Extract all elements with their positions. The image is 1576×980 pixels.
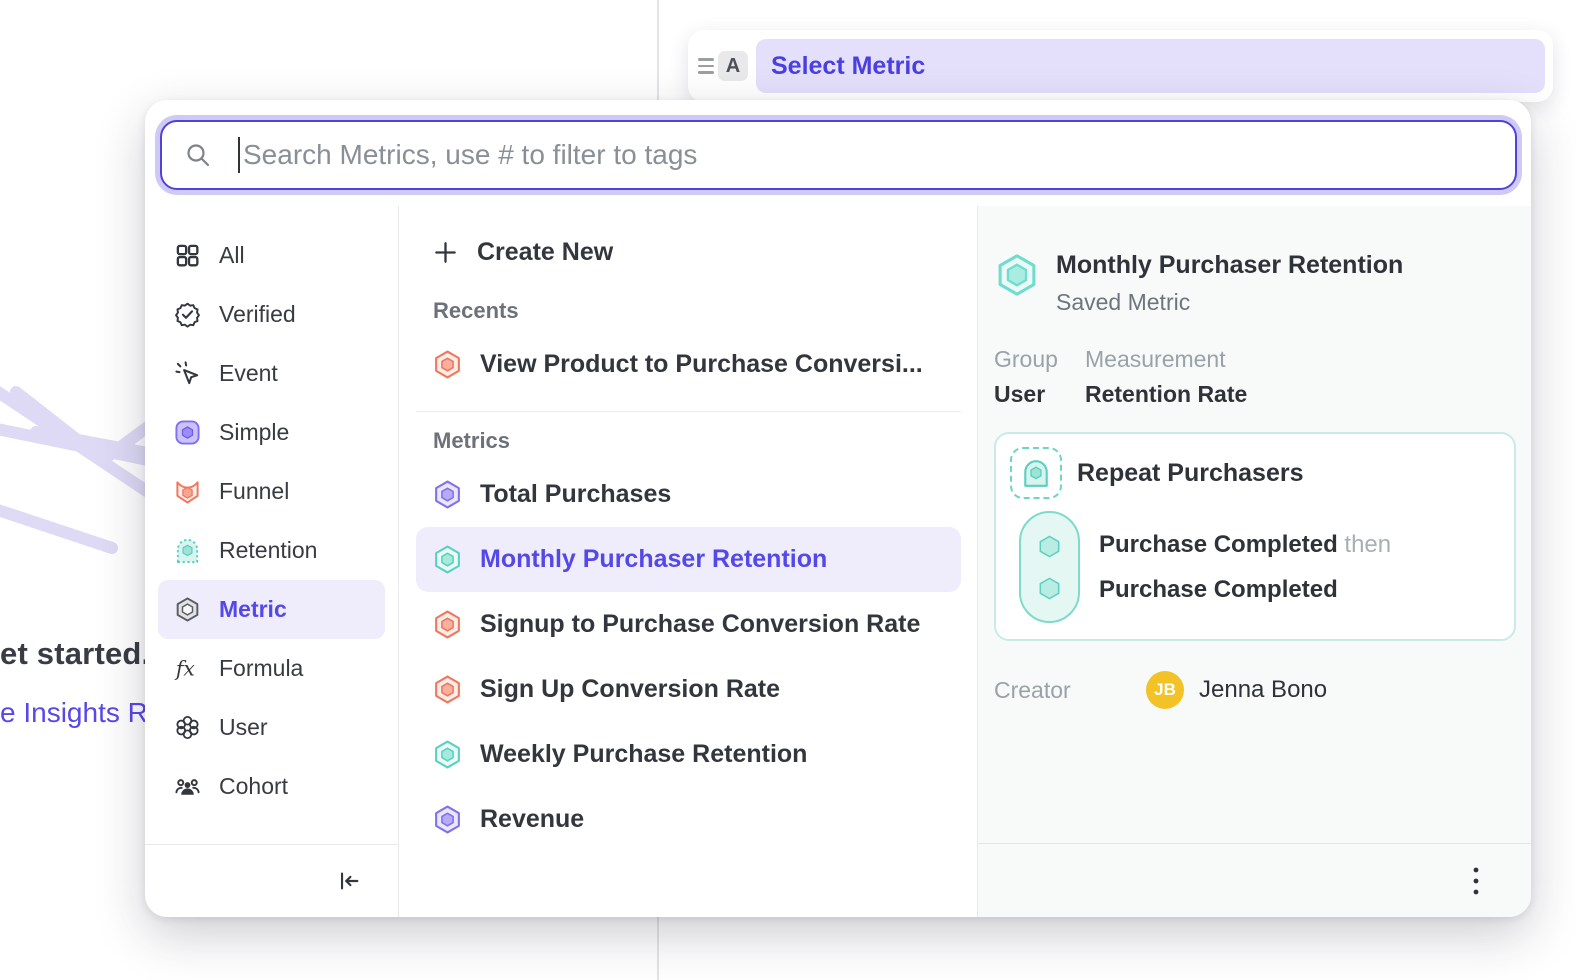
details-subtitle: Saved Metric	[1056, 289, 1403, 316]
simple-metric-icon	[173, 419, 201, 447]
formula-icon: fx	[173, 655, 201, 683]
sidebar-item-user[interactable]: User	[158, 698, 385, 757]
sidebar-item-all[interactable]: All	[158, 226, 385, 285]
sidebar-item-simple[interactable]: Simple	[158, 403, 385, 462]
filter-sidebar: All Verified	[145, 206, 399, 917]
group-value: User	[994, 381, 1085, 408]
sidebar-item-retention[interactable]: Retention	[158, 521, 385, 580]
metric-definition-card: Repeat Purchasers Purchase Completed the…	[994, 432, 1516, 641]
retention-metric-hexagon-icon-large	[994, 252, 1040, 316]
kebab-menu-icon	[1472, 865, 1480, 897]
background-headline-fragment: et started.	[0, 636, 150, 672]
cohort-icon	[173, 773, 201, 801]
event-cursor-icon	[173, 360, 201, 388]
metric-item-monthly-purchaser-retention[interactable]: Monthly Purchaser Retention	[416, 527, 961, 592]
search-icon	[184, 141, 212, 169]
measurement-label: Measurement	[1085, 346, 1247, 373]
series-badge: A	[718, 51, 748, 81]
background-report-link-fragment[interactable]: e Insights Re	[0, 697, 163, 729]
sidebar-item-label: Verified	[219, 301, 296, 328]
funnel-metric-hexagon-icon	[432, 609, 463, 640]
sidebar-item-label: Funnel	[219, 478, 289, 505]
metric-item-revenue[interactable]: Revenue	[416, 787, 961, 852]
svg-text:fx: fx	[174, 656, 195, 680]
measurement-value: Retention Rate	[1085, 381, 1247, 408]
definition-step-1: Purchase Completed then	[1099, 531, 1391, 559]
collapse-left-icon	[336, 868, 362, 894]
metric-list-column: Create New Recents View Product to Purch…	[399, 206, 978, 917]
select-metric-label: Select Metric	[771, 52, 925, 81]
details-title: Monthly Purchaser Retention	[1056, 250, 1403, 281]
sidebar-item-event[interactable]: Event	[158, 344, 385, 403]
sidebar-item-label: Retention	[219, 537, 317, 564]
select-metric-button[interactable]: Select Metric	[756, 39, 1545, 93]
event-hexagon-icon	[1036, 575, 1063, 602]
retention-metric-hexagon-icon	[432, 544, 463, 575]
retention-metric-icon	[173, 537, 201, 565]
retention-definition-icon	[1010, 447, 1062, 499]
event-sequence-capsule	[1019, 511, 1080, 623]
metric-item-sign-up-conversion-rate[interactable]: Sign Up Conversion Rate	[416, 657, 961, 722]
collapse-sidebar-button[interactable]	[332, 864, 366, 898]
metric-item-total-purchases[interactable]: Total Purchases	[416, 462, 961, 527]
sidebar-item-label: User	[219, 714, 268, 741]
sidebar-item-label: All	[219, 242, 245, 269]
simple-metric-hexagon-icon	[432, 479, 463, 510]
more-options-button[interactable]	[1459, 861, 1493, 901]
funnel-metric-icon	[173, 478, 201, 506]
metric-item-label: Monthly Purchaser Retention	[480, 545, 827, 574]
recents-header: Recents	[433, 298, 961, 324]
drag-handle-icon[interactable]	[698, 58, 714, 74]
group-label: Group	[994, 346, 1085, 373]
recent-metric-item[interactable]: View Product to Purchase Conversi...	[416, 332, 961, 397]
metric-row-card: A Select Metric	[688, 30, 1553, 102]
funnel-metric-hexagon-icon	[432, 349, 463, 380]
metric-item-label: Sign Up Conversion Rate	[480, 675, 780, 704]
search-placeholder: Search Metrics, use # to filter to tags	[243, 139, 697, 171]
saved-metric-icon	[173, 596, 201, 624]
simple-metric-hexagon-icon	[432, 804, 463, 835]
sidebar-item-verified[interactable]: Verified	[158, 285, 385, 344]
metric-item-label: Weekly Purchase Retention	[480, 740, 807, 769]
sidebar-item-label: Simple	[219, 419, 289, 446]
metric-item-label: Signup to Purchase Conversion Rate	[480, 610, 920, 639]
verified-badge-icon	[173, 301, 201, 329]
create-new-button[interactable]: Create New	[416, 222, 961, 282]
definition-connector: then	[1344, 531, 1391, 558]
creator-label: Creator	[994, 677, 1146, 704]
metric-item-label: View Product to Purchase Conversi...	[480, 350, 923, 379]
metric-picker-modal: Search Metrics, use # to filter to tags …	[145, 100, 1531, 917]
grid-icon	[173, 242, 201, 270]
creator-name: Jenna Bono	[1199, 676, 1327, 704]
sidebar-item-funnel[interactable]: Funnel	[158, 462, 385, 521]
sidebar-item-formula[interactable]: fx Formula	[158, 639, 385, 698]
sidebar-item-label: Metric	[219, 596, 287, 623]
sidebar-item-metric[interactable]: Metric	[158, 580, 385, 639]
metrics-header: Metrics	[433, 428, 961, 454]
user-profile-icon	[173, 714, 201, 742]
retention-metric-hexagon-icon	[432, 739, 463, 770]
metric-item-label: Total Purchases	[480, 480, 671, 509]
funnel-metric-hexagon-icon	[432, 674, 463, 705]
definition-step-2: Purchase Completed	[1099, 576, 1391, 604]
plus-icon	[432, 239, 459, 266]
event-hexagon-icon	[1036, 533, 1063, 560]
search-input[interactable]: Search Metrics, use # to filter to tags	[160, 120, 1517, 190]
create-new-label: Create New	[477, 238, 613, 267]
creator-avatar: JB	[1146, 671, 1184, 709]
list-divider	[416, 411, 961, 412]
metric-item-weekly-purchase-retention[interactable]: Weekly Purchase Retention	[416, 722, 961, 787]
sidebar-item-label: Cohort	[219, 773, 288, 800]
sidebar-item-cohort[interactable]: Cohort	[158, 757, 385, 816]
sidebar-item-label: Formula	[219, 655, 303, 682]
metric-details-panel: Monthly Purchaser Retention Saved Metric…	[978, 206, 1531, 917]
metric-item-signup-to-purchase-conversion-rate[interactable]: Signup to Purchase Conversion Rate	[416, 592, 961, 657]
sidebar-item-label: Event	[219, 360, 278, 387]
metric-item-label: Revenue	[480, 805, 584, 834]
text-caret	[238, 137, 240, 173]
definition-name: Repeat Purchasers	[1077, 459, 1304, 488]
